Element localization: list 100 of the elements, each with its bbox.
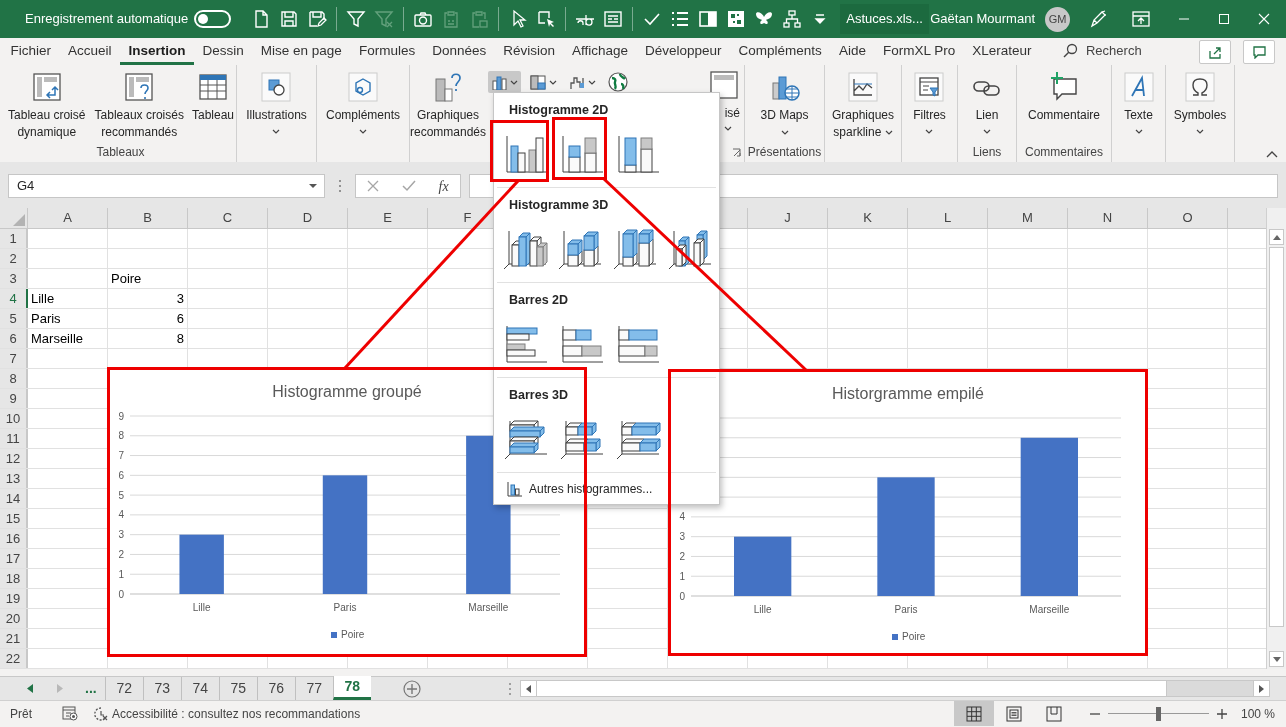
search-icon[interactable]: [1062, 43, 1078, 59]
ribbon-button[interactable]: Tableau: [190, 65, 236, 124]
list-icon[interactable]: [670, 9, 691, 29]
ribbon-tab[interactable]: Accueil: [59, 40, 121, 65]
select-objects-icon[interactable]: [536, 9, 557, 29]
chevron-down-icon[interactable]: [884, 130, 893, 136]
chevron-down-icon[interactable]: [983, 129, 991, 134]
chevron-down-icon[interactable]: [780, 130, 789, 136]
column-header[interactable]: J: [748, 208, 828, 228]
autosave-toggle[interactable]: [194, 10, 232, 28]
column-header[interactable]: D: [268, 208, 348, 228]
ribbon-button[interactable]: Compléments: [324, 65, 402, 134]
ribbon-tab[interactable]: Révision: [494, 40, 564, 65]
ribbon-tab[interactable]: XLerateur: [963, 40, 1040, 65]
layout-icon[interactable]: [698, 9, 719, 29]
ribbon-button[interactable]: Symboles: [1171, 65, 1229, 134]
chevron-down-icon[interactable]: [272, 129, 281, 134]
zoom-level[interactable]: 100 %: [1240, 704, 1275, 723]
chevron-down-icon[interactable]: [549, 79, 557, 85]
ribbon-button[interactable]: Tableau croisé dynamique: [5, 65, 89, 141]
ribbon-display-icon[interactable]: [1132, 11, 1150, 27]
save-icon[interactable]: [279, 9, 300, 29]
zoom-in-icon[interactable]: [1216, 708, 1227, 719]
column-header[interactable]: C: [188, 208, 268, 228]
scroll-up-button[interactable]: [1269, 229, 1284, 245]
filter-icon[interactable]: [346, 9, 367, 29]
search-field[interactable]: Recherch: [1086, 40, 1142, 60]
sheet-tab[interactable]: 78: [332, 676, 371, 700]
collapse-ribbon-icon[interactable]: [1266, 150, 1278, 158]
ribbon-tab[interactable]: Compléments: [730, 40, 831, 65]
row-header[interactable]: 12: [0, 449, 28, 468]
scroll-right-button[interactable]: [1252, 681, 1269, 696]
row-header[interactable]: 15: [0, 509, 28, 528]
row-header[interactable]: 19: [0, 589, 28, 608]
ribbon-button[interactable]: Commentaire: [1026, 65, 1102, 124]
column-header[interactable]: M: [988, 208, 1068, 228]
share-button[interactable]: [1199, 40, 1231, 64]
row-header[interactable]: 18: [0, 569, 28, 588]
scroll-thumb[interactable]: [536, 681, 1167, 696]
row-header[interactable]: 3: [0, 269, 28, 288]
camera-icon[interactable]: [413, 9, 434, 29]
dialog-launcher-icon[interactable]: [732, 148, 741, 157]
user-avatar[interactable]: GM: [1045, 6, 1070, 32]
name-box[interactable]: G4: [8, 174, 325, 198]
chevron-down-icon[interactable]: [359, 129, 367, 134]
ribbon-tab[interactable]: Fichier: [2, 40, 60, 65]
chevron-down-icon[interactable]: [1134, 129, 1143, 134]
comments-button[interactable]: [1243, 40, 1275, 64]
form-icon[interactable]: [603, 9, 624, 29]
row-header[interactable]: 14: [0, 489, 28, 508]
row-header[interactable]: 7: [0, 349, 28, 368]
ribbon-tab[interactable]: Mise en page: [252, 40, 351, 65]
column-header[interactable]: O: [1148, 208, 1228, 228]
checker-icon[interactable]: [726, 9, 747, 29]
scroll-left-button[interactable]: [520, 681, 537, 696]
ribbon-tab[interactable]: Insertion: [120, 40, 195, 65]
column-header[interactable]: A: [28, 208, 108, 228]
column-header[interactable]: N: [1068, 208, 1148, 228]
macro-recorder-icon[interactable]: [62, 706, 78, 721]
row-header[interactable]: 17: [0, 549, 28, 568]
zoom-slider[interactable]: [1107, 706, 1209, 721]
chart-type-button[interactable]: [488, 71, 521, 93]
row-header[interactable]: 8: [0, 369, 28, 388]
row-header[interactable]: 5: [0, 309, 28, 328]
row-header[interactable]: 2: [0, 249, 28, 268]
ribbon-button[interactable]: Illustrations: [244, 65, 309, 134]
chevron-down-icon[interactable]: [1196, 129, 1204, 134]
row-header[interactable]: 11: [0, 429, 28, 448]
ribbon-tab[interactable]: Aide: [830, 40, 875, 65]
row-header[interactable]: 4: [0, 289, 28, 308]
horizontal-scrollbar[interactable]: [519, 680, 1270, 697]
ribbon-button[interactable]: Filtres: [911, 65, 948, 134]
add-sheet-icon[interactable]: [402, 679, 421, 698]
pen-icon[interactable]: [1088, 9, 1108, 29]
chart-type-button[interactable]: [605, 71, 631, 93]
save-as-icon[interactable]: [307, 9, 328, 29]
row-header[interactable]: 20: [0, 609, 28, 628]
accessibility-button[interactable]: Accessibilité : consultez nos recommandations: [112, 704, 361, 723]
row-header[interactable]: 22: [0, 649, 28, 668]
row-header[interactable]: 16: [0, 529, 28, 548]
ribbon-button[interactable]: Graphiques recommandés: [410, 65, 486, 141]
ribbon-button[interactable]: Lien: [969, 65, 1005, 134]
org-chart-icon[interactable]: [782, 9, 803, 29]
row-header[interactable]: 1: [0, 229, 28, 248]
ribbon-tab[interactable]: Affichage: [563, 40, 637, 65]
view-button[interactable]: [953, 701, 994, 726]
more-sheets-button[interactable]: ...: [85, 678, 97, 699]
chevron-down-icon[interactable]: [925, 129, 934, 134]
previous-sheet-icon[interactable]: [27, 684, 33, 693]
ribbon-tab[interactable]: FormXL Pro: [874, 40, 964, 65]
ribbon-button[interactable]: Tableaux croisés recommandés: [90, 65, 188, 141]
scroll-down-button[interactable]: [1269, 651, 1284, 667]
scroll-thumb[interactable]: [1269, 247, 1284, 627]
ribbon-button[interactable]: 3D Maps: [754, 65, 815, 141]
ribbon-tab[interactable]: Formules: [350, 40, 424, 65]
row-header[interactable]: 6: [0, 329, 28, 348]
ribbon-tab[interactable]: Développeur: [636, 40, 731, 65]
accessibility-icon[interactable]: [93, 706, 109, 721]
column-header[interactable]: K: [828, 208, 908, 228]
ribbon-tab[interactable]: Dessin: [194, 40, 253, 65]
